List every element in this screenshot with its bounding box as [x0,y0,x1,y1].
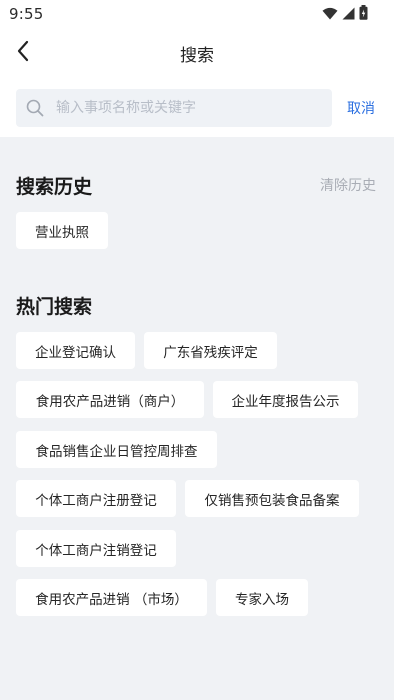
hot-search-item[interactable]: 仅销售预包装食品备案 [185,480,359,517]
hot-search-item[interactable]: 食品销售企业日管控周排查 [16,431,217,468]
clear-history-button[interactable]: 清除历史 [320,175,376,195]
cancel-button[interactable]: 取消 [347,98,375,118]
signal-icon [342,5,355,24]
wifi-icon [322,5,338,24]
hot-search-item[interactable]: 个体工商户注销登记 [16,530,176,567]
header-area: 9:55 搜索 取消 [0,0,394,137]
hot-search-item[interactable]: 企业登记确认 [16,332,135,369]
status-icons [322,4,368,24]
hot-search-item[interactable]: 企业年度报告公示 [213,381,358,418]
hot-search-item[interactable]: 个体工商户注册登记 [16,480,176,517]
history-item[interactable]: 营业执照 [16,212,108,249]
search-icon [26,99,44,117]
hot-search-item[interactable]: 食用农产品进销（商户） [16,381,204,418]
search-row: 取消 [0,89,394,127]
hot-search-item[interactable]: 广东省残疾评定 [144,332,277,369]
status-time: 9:55 [9,5,44,23]
search-history-title: 搜索历史 [16,176,93,198]
status-bar: 9:55 [0,0,394,28]
hot-search-item[interactable]: 食用农产品进销 （市场） [16,579,207,616]
hot-search-item[interactable]: 专家入场 [216,579,308,616]
search-input[interactable] [56,89,326,127]
battery-icon [359,4,368,24]
page-title: 搜索 [180,46,214,66]
hot-search-title: 热门搜索 [16,296,93,318]
navigation-bar: 搜索 [0,28,394,78]
search-box[interactable] [16,89,332,127]
